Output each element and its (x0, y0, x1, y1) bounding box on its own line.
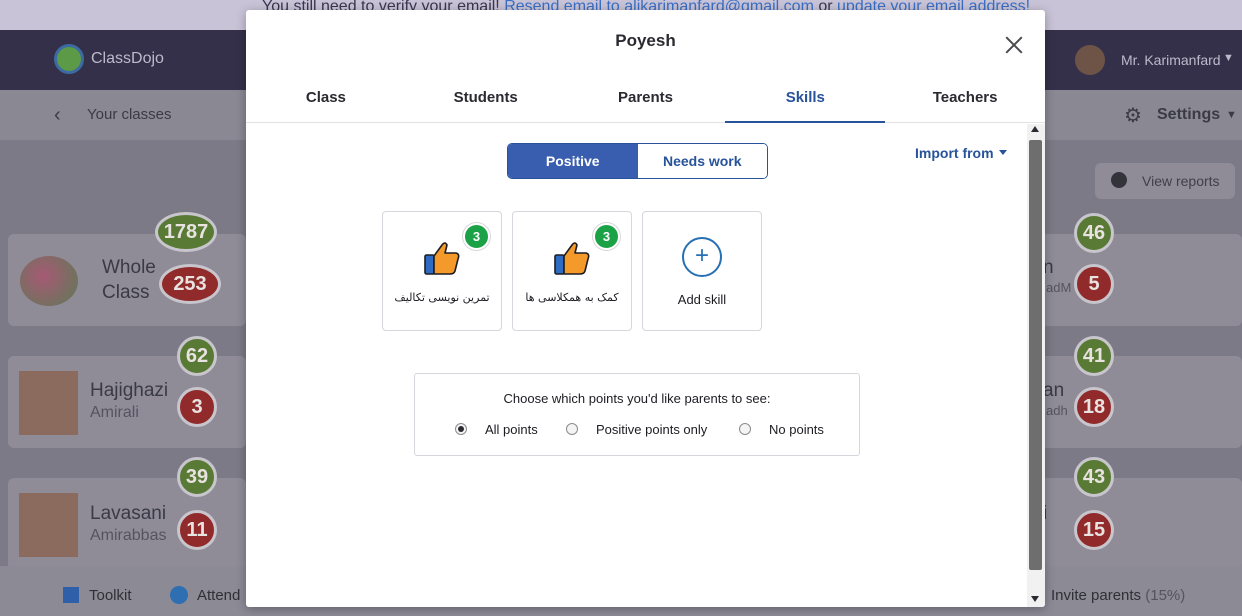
skill-count-badge: 3 (593, 223, 620, 250)
radio-button[interactable] (455, 423, 467, 435)
positive-segment-button[interactable]: Positive (508, 144, 638, 178)
skill-label: کمک به همکلاسی ها (525, 291, 619, 304)
add-skill-label: Add skill (677, 292, 727, 307)
needs-work-segment-button[interactable]: Needs work (637, 144, 767, 178)
clock-icon[interactable] (170, 586, 188, 604)
scroll-thumb[interactable] (1029, 140, 1042, 570)
student-last-name: Amirali (90, 404, 139, 421)
chevron-left-icon[interactable]: ‹ (54, 104, 61, 127)
positive-points-badge: 41 (1074, 336, 1114, 376)
skill-label: تمرین نویسی تکالیف (394, 291, 490, 304)
grid-icon[interactable] (63, 587, 79, 603)
radio-label: No points (769, 422, 824, 437)
back-to-classes-link[interactable]: Your classes (87, 106, 172, 123)
invite-parents-button[interactable]: Invite parents (15%) (1051, 587, 1185, 604)
plus-icon: + (682, 237, 722, 277)
negative-points-badge: 15 (1074, 510, 1114, 550)
student-first-name: Lavasani (90, 503, 167, 524)
tab-parents[interactable]: Parents (566, 82, 726, 122)
student-name-fragment: adh (1046, 403, 1068, 418)
negative-points-badge: 5 (1074, 264, 1114, 304)
invite-parents-label: Invite parents (1051, 587, 1142, 604)
pie-chart-icon (1111, 172, 1127, 188)
chevron-down-icon[interactable] (999, 150, 1007, 155)
radio-button[interactable] (739, 423, 751, 435)
student-card[interactable] (1040, 478, 1242, 570)
positive-points-badge: 39 (177, 457, 217, 497)
student-last-name: Amirabbas (90, 527, 167, 544)
whole-class-line2: Class (102, 282, 150, 303)
negative-points-badge: 3 (177, 387, 217, 427)
radio-no-points[interactable]: No points (739, 422, 824, 437)
scroll-down-arrow-icon[interactable] (1031, 596, 1039, 602)
toolkit-button[interactable]: Toolkit (89, 587, 132, 604)
radio-positive-only[interactable]: Positive points only (566, 422, 707, 437)
student-photo (19, 371, 78, 435)
student-card[interactable] (1040, 356, 1242, 448)
scroll-up-arrow-icon[interactable] (1031, 126, 1039, 132)
classdojo-logo-icon (54, 44, 84, 74)
thumbs-up-icon (424, 242, 460, 275)
radio-button[interactable] (566, 423, 578, 435)
positive-points-badge: 46 (1074, 213, 1114, 253)
skill-count-badge: 3 (463, 223, 490, 250)
add-skill-button[interactable]: + Add skill (642, 211, 762, 331)
user-menu[interactable]: Mr. Karimanfard (1121, 52, 1221, 68)
skill-type-toggle: Positive Needs work (507, 143, 768, 179)
modal-title: Poyesh (615, 31, 676, 50)
tab-skills[interactable]: Skills (725, 82, 885, 123)
close-icon[interactable] (1003, 34, 1025, 56)
negative-points-badge: 11 (177, 510, 217, 550)
whole-class-line1: Whole (102, 257, 156, 278)
student-name-fragment: an (1043, 380, 1065, 401)
brand-name: ClassDojo (91, 50, 164, 67)
student-name-fragment: adM (1046, 280, 1072, 295)
scrollbar[interactable] (1027, 124, 1045, 607)
points-question: Choose which points you'd like parents t… (503, 391, 771, 406)
radio-label: All points (485, 422, 538, 437)
radio-label: Positive points only (596, 422, 708, 437)
tab-teachers[interactable]: Teachers (885, 82, 1045, 122)
settings-menu[interactable]: Settings (1157, 106, 1220, 124)
monsters-icon (20, 256, 78, 306)
attendance-button[interactable]: Attend (197, 587, 240, 604)
import-from-dropdown[interactable]: Import from (915, 145, 994, 161)
skill-card[interactable]: 3 تمرین نویسی تکالیف (382, 211, 502, 331)
tab-class[interactable]: Class (246, 82, 406, 122)
thumbs-up-icon (554, 242, 590, 275)
chevron-down-icon[interactable]: ▼ (1226, 109, 1237, 121)
negative-points-badge: 18 (1074, 387, 1114, 427)
gear-icon[interactable]: ⚙ (1124, 103, 1142, 128)
negative-points-badge: 253 (159, 264, 221, 304)
skill-card[interactable]: 3 کمک به همکلاسی ها (512, 211, 632, 331)
invite-percentage: (15%) (1145, 587, 1186, 604)
positive-points-badge: 1787 (155, 212, 217, 252)
radio-all-points[interactable]: All points (455, 422, 538, 437)
positive-points-badge: 62 (177, 336, 217, 376)
parent-points-visibility: Choose which points you'd like parents t… (414, 373, 860, 456)
positive-points-badge: 43 (1074, 457, 1114, 497)
avatar[interactable] (1075, 45, 1105, 75)
tab-students[interactable]: Students (406, 82, 566, 122)
student-first-name: Hajighazi (90, 380, 169, 401)
modal-tabs: Class Students Parents Skills Teachers (246, 82, 1045, 123)
view-reports-label: View reports (1142, 173, 1220, 189)
chevron-down-icon[interactable]: ▼ (1223, 52, 1234, 64)
student-photo (19, 493, 78, 557)
view-reports-button[interactable]: View reports (1095, 163, 1235, 199)
class-settings-modal: Poyesh Class Students Parents Skills Tea… (246, 10, 1045, 607)
